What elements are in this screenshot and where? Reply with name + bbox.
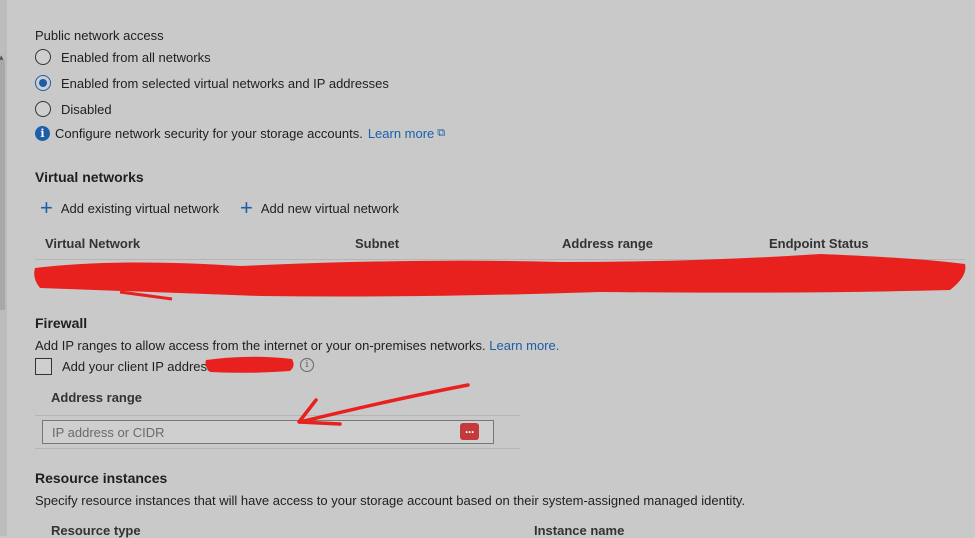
annotation-arrow xyxy=(298,383,470,424)
redaction-tail xyxy=(119,290,173,301)
redaction-scribble xyxy=(34,254,966,297)
annotation-overlay xyxy=(34,254,966,426)
redaction-ip xyxy=(205,356,294,373)
